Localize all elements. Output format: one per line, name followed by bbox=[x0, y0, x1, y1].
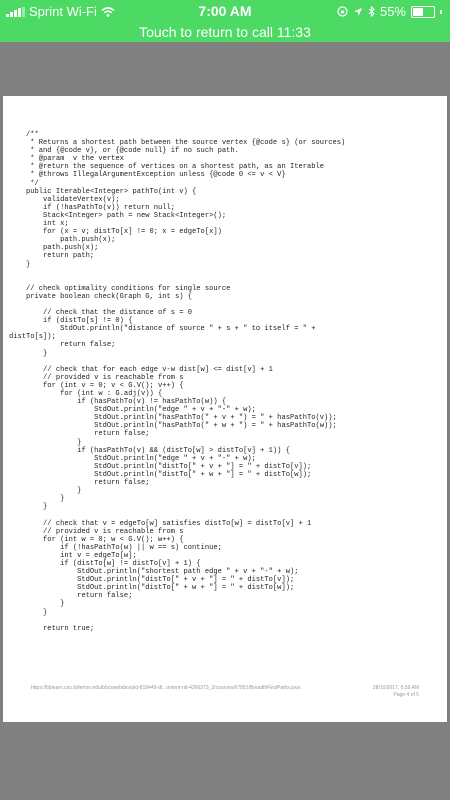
code-line: // check that the distance of s = 0 bbox=[9, 309, 193, 318]
battery-icon bbox=[411, 5, 435, 18]
code-line: int v = edgeTo[w]; bbox=[9, 551, 137, 560]
code-line: StdOut.println("distTo[" + w + "] = " + … bbox=[9, 584, 295, 593]
code-line: */ bbox=[9, 179, 39, 188]
code-line: public Iterable<Integer> pathTo(int v) { bbox=[9, 187, 197, 196]
location-icon bbox=[353, 7, 362, 16]
document-page[interactable]: /** * Returns a shortest path between th… bbox=[3, 96, 447, 722]
code-line: * @return the sequence of vertices on a … bbox=[9, 163, 325, 172]
code-line: Stack<Integer> path = new Stack<Integer>… bbox=[9, 211, 227, 220]
code-line: // provided v is reachable from s bbox=[9, 373, 184, 382]
code-line: path.push(x); bbox=[9, 244, 99, 253]
code-line: if (!hasPathTo(v)) return null; bbox=[9, 203, 176, 212]
code-line: StdOut.println("shortest path edge " + v… bbox=[9, 568, 299, 577]
code-line: if (distTo[s] != 0) { bbox=[9, 317, 133, 326]
battery-percent: 55% bbox=[379, 4, 406, 19]
code-line: * @throws IllegalArgumentException unles… bbox=[9, 171, 286, 180]
footer-page-number: Page 4 of 5 bbox=[393, 692, 419, 698]
code-line: for (int w = 0; w < G.V(); w++) { bbox=[9, 535, 184, 544]
code-line: } bbox=[9, 260, 31, 269]
code-line: if (distTo[w] != distTo[v] + 1) { bbox=[9, 559, 201, 568]
status-right: 55% bbox=[337, 4, 442, 19]
code-line: int x; bbox=[9, 220, 69, 229]
code-line: if (!hasPathTo(w) || w == s) continue; bbox=[9, 543, 222, 552]
code-line: } bbox=[9, 503, 48, 512]
code-line: StdOut.println("hasPathTo(" + w + ") = "… bbox=[9, 422, 337, 431]
code-line: return false; bbox=[9, 341, 116, 350]
code-line: distTo[s]); bbox=[9, 333, 56, 342]
code-line: StdOut.println("distTo[" + v + "] = " + … bbox=[9, 576, 295, 585]
code-line: * Returns a shortest path between the so… bbox=[9, 139, 346, 148]
code-line: return false; bbox=[9, 430, 150, 439]
code-line: } bbox=[9, 608, 48, 617]
code-line: private boolean check(Graph G, int s) { bbox=[9, 292, 193, 301]
status-bar: Sprint Wi-Fi 7:00 AM 55% bbox=[0, 0, 450, 22]
code-line: } bbox=[9, 600, 65, 609]
code-line: for (int w : G.adj(v)) { bbox=[9, 390, 163, 398]
code-line: StdOut.println("distTo[" + v + "] = " + … bbox=[9, 462, 312, 471]
orientation-lock-icon bbox=[337, 6, 348, 17]
code-line: if (hasPathTo(v) && (distTo[w] > distTo[… bbox=[9, 446, 290, 455]
battery-tip bbox=[440, 9, 442, 14]
code-line: // check optimality conditions for singl… bbox=[9, 284, 231, 293]
code-line: * and {@code v}, or {@code null} if no s… bbox=[9, 147, 239, 156]
code-line: // provided v is reachable from s bbox=[9, 527, 184, 536]
code-line: return false; bbox=[9, 479, 150, 488]
code-line: * @param v the vertex bbox=[9, 155, 124, 164]
code-line: StdOut.println("distTo[" + w + "] = " + … bbox=[9, 470, 312, 479]
code-line: return false; bbox=[9, 592, 133, 601]
code-line: StdOut.println("hasPathTo(" + v + ") = "… bbox=[9, 414, 337, 423]
code-line: if (hasPathTo(v) != hasPathTo(w)) { bbox=[9, 398, 227, 407]
return-to-call-banner[interactable]: Touch to return to call 11:33 bbox=[0, 22, 450, 42]
code-line: StdOut.println("distance of source " + s… bbox=[9, 325, 316, 334]
code-line: return true; bbox=[9, 624, 95, 633]
code-line: for (x = v; distTo[x] != 0; x = edgeTo[x… bbox=[9, 228, 222, 237]
code-line: /** bbox=[9, 131, 39, 139]
code-line: } bbox=[9, 438, 82, 447]
code-line: StdOut.println("edge " + v + "-" + w); bbox=[9, 406, 256, 415]
code-line: path.push(x); bbox=[9, 236, 116, 245]
footer-date: 28/10/2017, 6:59 AM bbox=[372, 685, 419, 691]
code-line: } bbox=[9, 349, 48, 358]
code-line: // check that v = edgeTo[w] satisfies di… bbox=[9, 519, 312, 528]
battery-level bbox=[413, 7, 423, 16]
code-listing: /** * Returns a shortest path between th… bbox=[9, 131, 441, 633]
code-line: // check that for each edge v-w dist[w] … bbox=[9, 365, 273, 374]
code-line: return path; bbox=[9, 252, 95, 261]
code-line: validateVertex(v); bbox=[9, 195, 120, 204]
code-line: StdOut.println("edge " + v + "-" + w); bbox=[9, 454, 256, 463]
code-line: for (int v = 0; v < G.V(); v++) { bbox=[9, 381, 184, 390]
bluetooth-icon bbox=[368, 6, 375, 17]
code-line: } bbox=[9, 495, 65, 504]
footer-url: https://bblearn.csu.fullerton.edu/bbcswe… bbox=[31, 685, 301, 691]
code-line: } bbox=[9, 487, 82, 496]
